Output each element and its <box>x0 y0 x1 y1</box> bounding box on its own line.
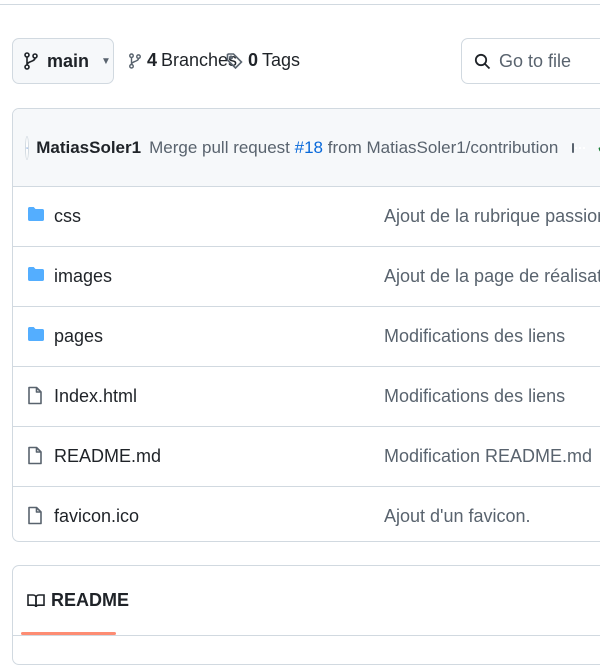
chevron-down-icon: ▼ <box>101 56 111 67</box>
last-commit-message-link[interactable]: Modification README.md <box>384 446 592 467</box>
branches-count: 4 <box>147 50 157 71</box>
commit-message-suffix: from MatiasSoler1/contribution <box>328 138 559 157</box>
search-icon <box>474 53 491 70</box>
readme-tab-label: README <box>51 590 129 611</box>
expand-commit-message-button[interactable] <box>572 143 574 153</box>
tags-count: 0 <box>248 50 258 71</box>
file-name-link[interactable]: favicon.ico <box>54 506 139 527</box>
readme-divider <box>13 635 600 636</box>
file-icon <box>27 506 43 525</box>
latest-commit-bar: MatiasSoler1 Merge pull request #18 from… <box>13 109 600 187</box>
file-name-link[interactable]: pages <box>54 326 103 347</box>
commit-message-prefix: Merge pull request <box>149 138 290 157</box>
search-placeholder: Go to file <box>499 51 571 72</box>
file-row: pages Modifications des liens <box>13 307 600 367</box>
git-branch-icon <box>128 52 142 70</box>
file-name-link[interactable]: README.md <box>54 446 161 467</box>
file-row: favicon.ico Ajout d'un favicon. <box>13 487 600 542</box>
branch-name: main <box>47 51 89 72</box>
pull-request-link[interactable]: #18 <box>295 138 323 157</box>
file-row: images Ajout de la page de réalisation An… <box>13 247 600 307</box>
commit-message[interactable]: Merge pull request #18 from MatiasSoler1… <box>149 138 558 158</box>
file-icon <box>27 386 43 405</box>
file-name-link[interactable]: css <box>54 206 81 227</box>
file-list: MatiasSoler1 Merge pull request #18 from… <box>12 108 600 542</box>
branch-selector-button[interactable]: main ▼ <box>12 38 114 84</box>
git-branch-icon <box>23 52 39 70</box>
avatar[interactable] <box>25 136 29 160</box>
last-commit-message-link[interactable]: Ajout de la page de réalisation And <box>384 266 600 287</box>
file-icon <box>27 446 43 465</box>
book-icon <box>27 593 45 609</box>
tags-link[interactable]: 0 Tags <box>226 50 300 71</box>
check-status-icon[interactable]: ✓ <box>596 137 600 158</box>
folder-icon <box>27 266 45 282</box>
folder-icon <box>27 206 45 222</box>
readme-tab[interactable]: README <box>27 590 129 611</box>
file-name-link[interactable]: Index.html <box>54 386 137 407</box>
commit-author[interactable]: MatiasSoler1 <box>36 138 141 158</box>
last-commit-message-link[interactable]: Modifications des liens <box>384 326 565 347</box>
tag-icon <box>226 52 243 69</box>
go-to-file-search[interactable]: Go to file <box>461 38 600 84</box>
last-commit-message-link[interactable]: Ajout de la rubrique passion <box>384 206 600 227</box>
readme-panel: README <box>12 565 600 665</box>
file-name-link[interactable]: images <box>54 266 112 287</box>
branches-link[interactable]: 4 Branches <box>128 50 237 71</box>
file-row: css Ajout de la rubrique passion <box>13 187 600 247</box>
file-row: Index.html Modifications des liens <box>13 367 600 427</box>
last-commit-message-link[interactable]: Ajout d'un favicon. <box>384 506 531 527</box>
file-row: README.md Modification README.md <box>13 427 600 487</box>
folder-icon <box>27 326 45 342</box>
tags-label: Tags <box>262 50 300 71</box>
top-divider <box>0 0 600 5</box>
last-commit-message-link[interactable]: Modifications des liens <box>384 386 565 407</box>
